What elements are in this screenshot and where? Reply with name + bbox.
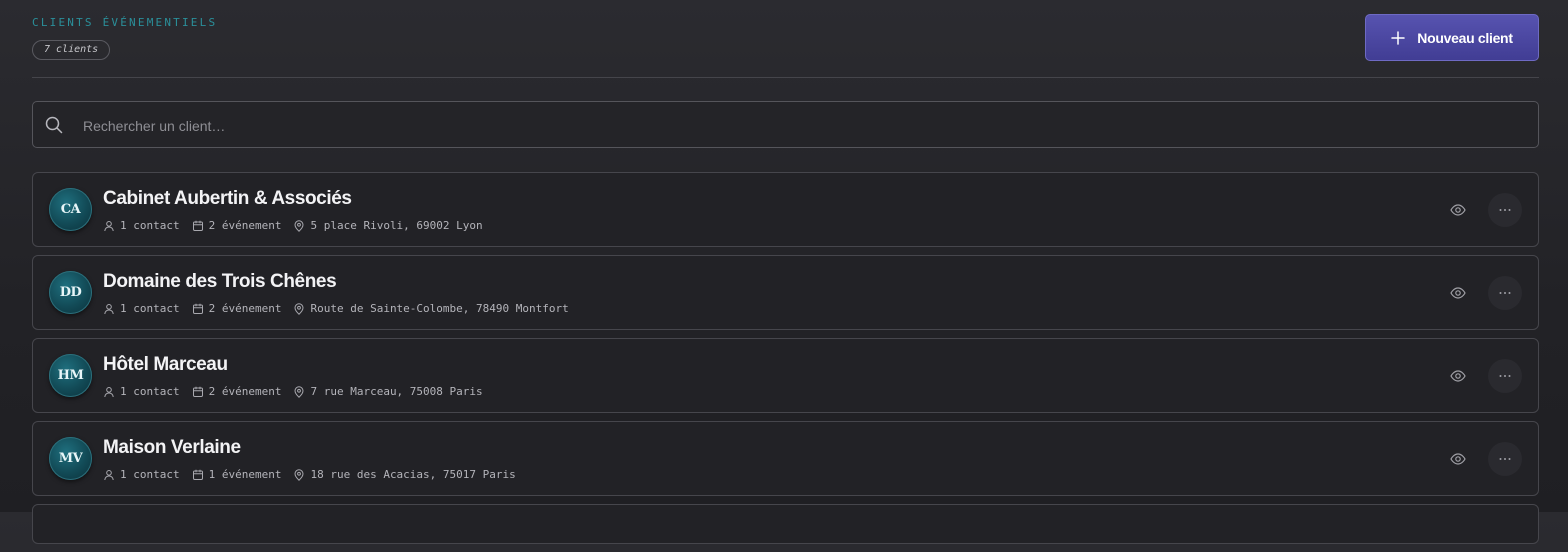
map-pin-icon	[294, 219, 304, 232]
calendar-icon	[192, 386, 203, 397]
client-name[interactable]: Hôtel Marceau	[103, 354, 228, 376]
more-options-button[interactable]	[1488, 442, 1522, 476]
user-icon	[104, 220, 114, 231]
user-icon	[104, 469, 114, 480]
client-avatar: DD	[49, 271, 92, 314]
event-count: 1 événement	[192, 468, 282, 481]
more-horizontal-icon	[1499, 458, 1511, 460]
client-address: 7 rue Marceau, 75008 Paris	[293, 385, 483, 398]
event-count: 2 événement	[192, 385, 282, 398]
map-pin-icon	[294, 385, 304, 398]
client-card[interactable]: HM Hôtel Marceau 1 contact 2 événement 7…	[32, 338, 1539, 413]
more-horizontal-icon	[1499, 375, 1511, 377]
section-title: CLIENTS ÉVÉNEMENTIELS	[32, 16, 218, 29]
map-pin-icon	[294, 468, 304, 481]
client-avatar: HM	[49, 354, 92, 397]
contact-count: 1 contact	[103, 219, 180, 232]
view-client-button[interactable]	[1448, 449, 1468, 469]
client-meta: 1 contact 2 événement 7 rue Marceau, 750…	[103, 385, 495, 398]
client-address: Route de Sainte-Colombe, 78490 Montfort	[293, 302, 569, 315]
eye-icon	[1450, 204, 1466, 216]
client-list: CA Cabinet Aubertin & Associés 1 contact…	[32, 172, 1539, 552]
client-count-badge: 7 clients	[32, 40, 111, 60]
search-icon	[45, 116, 63, 134]
more-options-button[interactable]	[1488, 193, 1522, 227]
event-count: 2 événement	[192, 302, 282, 315]
client-name[interactable]: Domaine des Trois Chênes	[103, 271, 337, 293]
more-options-button[interactable]	[1488, 276, 1522, 310]
client-meta: 1 contact 2 événement 5 place Rivoli, 69…	[103, 219, 495, 232]
calendar-icon	[192, 303, 203, 314]
client-name[interactable]: Maison Verlaine	[103, 437, 241, 459]
user-icon	[104, 386, 114, 397]
client-card[interactable]: MV Maison Verlaine 1 contact 1 événement…	[32, 421, 1539, 496]
user-icon	[104, 303, 114, 314]
search-bar[interactable]	[32, 101, 1539, 149]
client-avatar: MV	[49, 437, 92, 480]
contact-count-label: 1 contact	[120, 468, 180, 481]
contact-count: 1 contact	[103, 302, 180, 315]
event-count-label: 2 événement	[208, 385, 282, 398]
view-client-button[interactable]	[1448, 366, 1468, 386]
event-count: 2 événement	[192, 219, 282, 232]
new-client-button-label: Nouveau client	[1417, 29, 1513, 46]
search-input[interactable]	[81, 102, 1525, 149]
more-horizontal-icon	[1499, 209, 1511, 211]
eye-icon	[1450, 287, 1466, 299]
eye-icon	[1450, 370, 1466, 382]
client-meta: 1 contact 2 événement Route de Sainte-Co…	[103, 302, 581, 315]
client-address-label: 18 rue des Acacias, 75017 Paris	[310, 468, 516, 481]
client-address: 18 rue des Acacias, 75017 Paris	[293, 468, 516, 481]
client-address-label: Route de Sainte-Colombe, 78490 Montfort	[310, 302, 569, 315]
event-count-label: 2 événement	[208, 219, 282, 232]
client-meta: 1 contact 1 événement 18 rue des Acacias…	[103, 468, 528, 481]
client-avatar: CA	[49, 188, 92, 231]
event-count-label: 2 événement	[208, 302, 282, 315]
contact-count-label: 1 contact	[120, 302, 180, 315]
plus-icon	[1391, 30, 1406, 45]
client-name[interactable]: Cabinet Aubertin & Associés	[103, 188, 352, 210]
contact-count: 1 contact	[103, 385, 180, 398]
client-address-label: 7 rue Marceau, 75008 Paris	[310, 385, 483, 398]
contact-count-label: 1 contact	[120, 385, 180, 398]
more-options-button[interactable]	[1488, 359, 1522, 393]
event-count-label: 1 événement	[208, 468, 282, 481]
new-client-button[interactable]: Nouveau client	[1365, 14, 1539, 61]
client-address: 5 place Rivoli, 69002 Lyon	[293, 219, 483, 232]
client-card[interactable]: CA Cabinet Aubertin & Associés 1 contact…	[32, 172, 1539, 247]
client-address-label: 5 place Rivoli, 69002 Lyon	[310, 219, 483, 232]
client-card-partial[interactable]	[32, 504, 1539, 544]
page-header: CLIENTS ÉVÉNEMENTIELS 7 clients Nouveau …	[32, 14, 1539, 78]
header-divider	[32, 77, 1539, 78]
contact-count: 1 contact	[103, 468, 180, 481]
eye-icon	[1450, 453, 1466, 465]
view-client-button[interactable]	[1448, 200, 1468, 220]
calendar-icon	[192, 220, 203, 231]
map-pin-icon	[294, 302, 304, 315]
calendar-icon	[192, 469, 203, 480]
contact-count-label: 1 contact	[120, 219, 180, 232]
more-horizontal-icon	[1499, 292, 1511, 294]
client-card[interactable]: DD Domaine des Trois Chênes 1 contact 2 …	[32, 255, 1539, 330]
view-client-button[interactable]	[1448, 283, 1468, 303]
